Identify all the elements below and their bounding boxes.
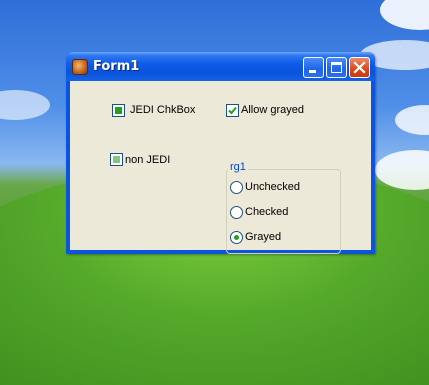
allow-grayed-label[interactable]: Allow grayed — [241, 104, 304, 116]
non-jedi-checkbox[interactable] — [110, 153, 123, 166]
radio-checked[interactable] — [230, 206, 243, 219]
radio-group-caption: rg1 — [228, 161, 248, 173]
form-client-area: JEDI ChkBox Allow grayed non JEDI rg1 Un… — [70, 81, 371, 254]
radio-grayed[interactable] — [230, 231, 243, 244]
jedi-chkbox[interactable] — [112, 104, 125, 117]
non-jedi-label[interactable]: non JEDI — [125, 154, 170, 166]
radio-grayed-label[interactable]: Grayed — [245, 231, 281, 243]
maximize-icon — [331, 62, 342, 73]
form1-window: Form1 JEDI ChkBox Allow grayed non JEDI … — [66, 52, 375, 254]
allow-grayed-checkbox[interactable] — [226, 104, 239, 117]
close-icon — [353, 61, 366, 74]
window-title: Form1 — [93, 59, 140, 74]
checkmark-icon — [228, 106, 237, 115]
radio-unchecked[interactable] — [230, 181, 243, 194]
minimize-button[interactable] — [303, 57, 324, 78]
close-button[interactable] — [349, 57, 370, 78]
jedi-chkbox-grayed-mark — [115, 107, 122, 114]
title-bar[interactable]: Form1 — [66, 52, 375, 81]
radio-checked-label[interactable]: Checked — [245, 206, 288, 218]
radio-selected-dot — [234, 235, 239, 240]
radio-unchecked-label[interactable]: Unchecked — [245, 181, 300, 193]
app-icon[interactable] — [72, 59, 88, 75]
jedi-chkbox-label[interactable]: JEDI ChkBox — [130, 104, 195, 116]
non-jedi-grayed-mark — [113, 156, 120, 163]
minimize-icon — [309, 70, 316, 73]
maximize-button[interactable] — [326, 57, 347, 78]
